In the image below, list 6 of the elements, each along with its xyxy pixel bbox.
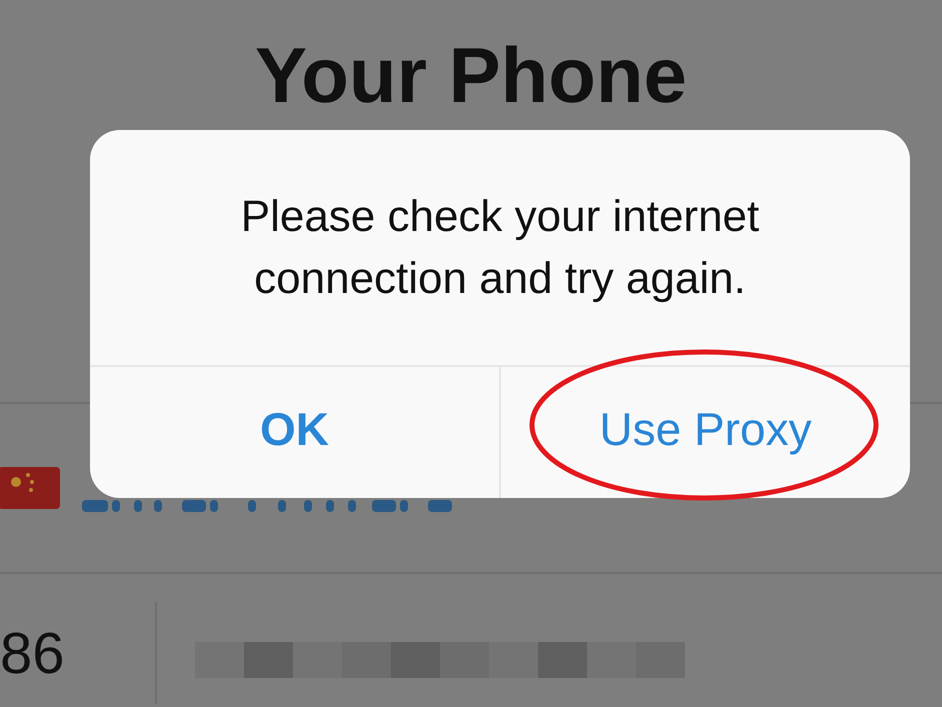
alert-message: Please check your internet connection and try again.: [240, 190, 760, 304]
alert-button[interactable]: Use Proxy: [499, 367, 910, 498]
alert-button[interactable]: OK: [90, 367, 499, 498]
flag-icon: [0, 467, 60, 509]
screen-title: Your Phone: [254, 30, 688, 120]
country-code: 86: [0, 602, 157, 704]
